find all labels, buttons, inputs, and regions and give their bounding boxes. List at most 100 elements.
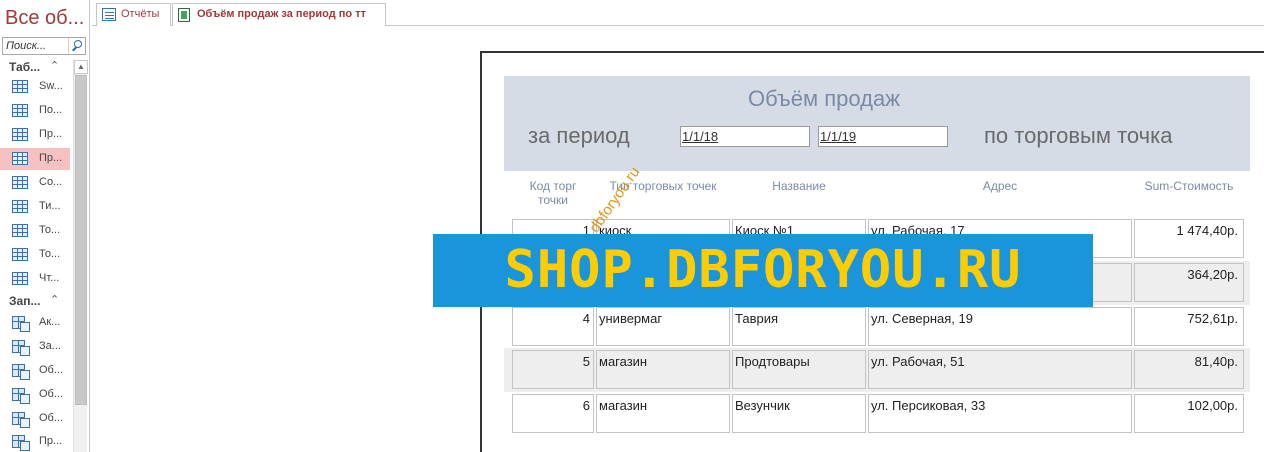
table-icon	[12, 176, 28, 189]
cell-code: 4	[512, 307, 594, 346]
nav-pane-title[interactable]: Все об...	[5, 7, 87, 30]
cell-address-value: ул. Северная, 19	[871, 311, 973, 326]
cell-address-value: ул. Персиковая, 33	[871, 398, 986, 413]
cell-sum: 364,20р.	[1134, 263, 1244, 302]
nav-item-label: За...	[39, 340, 61, 352]
search-placeholder[interactable]: Поиск...	[6, 40, 46, 52]
cell-type: магазин	[596, 350, 730, 389]
tab-label: Отчёты	[121, 8, 160, 20]
report-row: 6 магазин Везунчик ул. Персиковая, 33 10…	[504, 392, 1250, 436]
nav-group-label: Таб...	[9, 60, 41, 74]
report-header: Объём продаж за период 1/1/18 1/1/19 по …	[504, 76, 1250, 171]
cell-name-value: Продтовары	[735, 354, 810, 369]
cell-sum-value: 81,40р.	[1194, 354, 1238, 369]
query-icon	[12, 316, 30, 332]
nav-item-table[interactable]: То...	[0, 244, 70, 266]
query-icon	[12, 340, 30, 356]
cell-sum-value: 752,61р.	[1187, 311, 1238, 326]
nav-item-query[interactable]: Об...	[0, 408, 70, 430]
table-icon	[12, 80, 28, 93]
scroll-up-arrow-icon[interactable]: ▲	[74, 60, 88, 74]
nav-item-table[interactable]: Ти...	[0, 196, 70, 218]
nav-item-label: Ти...	[39, 200, 61, 212]
cell-sum: 752,61р.	[1134, 307, 1244, 346]
cell-address: ул. Персиковая, 33	[868, 394, 1132, 433]
query-icon	[12, 364, 30, 380]
nav-item-label: Пр...	[39, 435, 63, 447]
nav-item-table[interactable]: По...	[0, 100, 70, 122]
nav-item-query[interactable]: Об...	[0, 384, 70, 406]
nav-item-table[interactable]: Со...	[0, 172, 70, 194]
query-icon	[12, 412, 30, 428]
cell-name: Продтовары	[732, 350, 866, 389]
cell-type: универмаг	[596, 307, 730, 346]
cell-address-value: ул. Рабочая, 51	[871, 354, 965, 369]
nav-item-label: Пр...	[39, 152, 63, 164]
tab-sales-report[interactable]: Объём продаж за период по тт	[172, 3, 386, 26]
cell-address: ул. Северная, 19	[868, 307, 1132, 346]
column-header-address: Адрес	[982, 179, 1018, 193]
report-row: 5 магазин Продтовары ул. Рабочая, 51 81,…	[504, 348, 1250, 392]
cell-name: Таврия	[732, 307, 866, 346]
nav-item-label: То...	[39, 248, 61, 260]
cell-sum-value: 364,20р.	[1187, 267, 1238, 282]
nav-group-label: Зап...	[9, 294, 41, 308]
points-label: по торговым точка	[984, 123, 1173, 148]
nav-item-query[interactable]: Ак...	[0, 312, 70, 334]
column-header-name: Название	[772, 179, 826, 193]
nav-group-tables[interactable]: Таб... ⌃	[0, 58, 72, 76]
cell-name-value: Везунчик	[735, 398, 790, 413]
collapse-chevron-icon[interactable]: ⌃	[50, 293, 59, 306]
nav-item-table[interactable]: Чт...	[0, 268, 70, 290]
cell-type-value: универмаг	[599, 311, 663, 326]
nav-item-table[interactable]: Пр...	[0, 124, 70, 146]
watermark-banner: SHOP.DBFORYOU.RU	[433, 234, 1093, 307]
report-icon	[178, 8, 190, 22]
search-icon[interactable]	[68, 38, 85, 54]
cell-code: 5	[512, 350, 594, 389]
nav-item-table[interactable]: То...	[0, 220, 70, 242]
nav-item-label: Чт...	[39, 272, 60, 284]
query-icon	[12, 388, 30, 404]
nav-item-query[interactable]: Об...	[0, 360, 70, 382]
scroll-thumb[interactable]	[75, 75, 87, 405]
cell-code-value: 6	[582, 398, 590, 413]
table-icon	[12, 104, 28, 117]
nav-item-query[interactable]: Пр...	[0, 431, 70, 452]
period-label: за период	[528, 123, 630, 148]
tab-reports[interactable]: Отчёты	[96, 3, 171, 26]
report-title: Объём продаж	[748, 86, 900, 111]
document-tab-bar: Отчёты Объём продаж за период по тт	[92, 0, 1264, 26]
nav-item-label: По...	[39, 104, 63, 116]
table-icon	[12, 200, 28, 213]
nav-item-query[interactable]: За...	[0, 336, 70, 358]
nav-search-box[interactable]: Поиск...	[2, 37, 86, 55]
table-icon	[12, 128, 28, 141]
column-header-sum: Sum-Стоимость	[1144, 179, 1234, 193]
cell-sum: 102,00р.	[1134, 394, 1244, 433]
tab-label: Объём продаж за период по тт	[197, 8, 366, 20]
date-to-value: 1/1/19	[820, 129, 857, 144]
cell-type-value: магазин	[599, 398, 648, 413]
cell-sum-value: 1 474,40р.	[1176, 223, 1238, 238]
nav-scrollbar[interactable]: ▲	[73, 60, 88, 452]
query-icon	[12, 435, 30, 451]
nav-item-label: Со...	[39, 176, 63, 188]
date-to-field[interactable]: 1/1/19	[818, 126, 948, 147]
nav-item-table[interactable]: Sw...	[0, 76, 70, 98]
nav-item-table-selected[interactable]: Пр...	[0, 148, 70, 170]
date-from-field[interactable]: 1/1/18	[680, 126, 810, 147]
table-icon	[12, 272, 28, 285]
report-row: 4 универмаг Таврия ул. Северная, 19 752,…	[504, 305, 1250, 349]
table-icon	[12, 152, 28, 165]
cell-code-value: 5	[582, 354, 590, 369]
nav-item-label: Об...	[39, 412, 64, 424]
cell-sum: 81,40р.	[1134, 350, 1244, 389]
cell-code-value: 4	[582, 311, 590, 326]
collapse-chevron-icon[interactable]: ⌃	[50, 59, 59, 72]
watermark-text: SHOP.DBFORYOU.RU	[504, 240, 1022, 300]
nav-group-queries[interactable]: Зап... ⌃	[0, 292, 72, 310]
table-icon	[12, 248, 28, 261]
access-window: Все об... Поиск... Таб... ⌃ Sw... По... …	[0, 0, 1264, 452]
nav-item-label: То...	[39, 224, 61, 236]
